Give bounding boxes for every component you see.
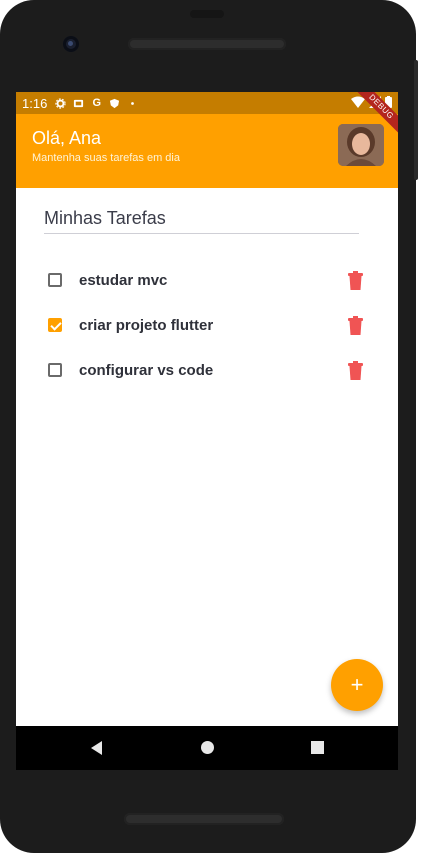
home-icon[interactable]: [201, 741, 214, 754]
bottom-speaker: [124, 813, 284, 825]
phone-frame: 1:16 G Olá, Ana Mantenha suas tarefas em…: [0, 0, 418, 853]
task-checkbox[interactable]: [48, 363, 62, 377]
task-item: criar projeto flutter: [48, 311, 363, 339]
sim-card-icon: [74, 99, 84, 107]
shield-icon: [110, 98, 120, 108]
settings-icon: [55, 97, 66, 109]
greeting-subtitle: Mantenha suas tarefas em dia: [32, 152, 180, 164]
greeting-title: Olá, Ana: [32, 128, 102, 148]
add-task-button[interactable]: +: [331, 659, 383, 711]
front-camera: [63, 36, 79, 52]
status-bar: 1:16 G: [16, 92, 398, 114]
task-label: criar projeto flutter: [79, 316, 214, 334]
google-icon: G: [92, 96, 102, 109]
app-bar: Olá, Ana Mantenha suas tarefas em dia: [16, 114, 398, 188]
recent-apps-icon[interactable]: [311, 741, 324, 754]
task-checkbox[interactable]: [48, 273, 62, 287]
back-icon[interactable]: [91, 741, 102, 755]
top-notch: [190, 10, 224, 18]
status-icons: G: [55, 96, 138, 109]
trash-icon[interactable]: [348, 271, 363, 290]
app-screen: 1:16 G Olá, Ana Mantenha suas tarefas em…: [16, 92, 398, 726]
task-label: configurar vs code: [79, 361, 214, 379]
task-item: estudar mvc: [48, 266, 363, 294]
status-time: 1:16: [22, 95, 48, 111]
avatar-photo: [338, 124, 384, 166]
task-label: estudar mvc: [79, 271, 168, 289]
task-item: configurar vs code: [48, 356, 363, 384]
trash-icon[interactable]: [348, 361, 363, 380]
task-checkbox[interactable]: [48, 318, 62, 332]
android-nav-bar: [16, 726, 398, 770]
trash-icon[interactable]: [348, 316, 363, 335]
avatar[interactable]: [338, 124, 384, 166]
page-title: Minhas Tarefas: [44, 208, 166, 228]
title-divider: [44, 233, 359, 234]
dot-icon: [131, 101, 135, 105]
earpiece-speaker: [128, 38, 286, 50]
